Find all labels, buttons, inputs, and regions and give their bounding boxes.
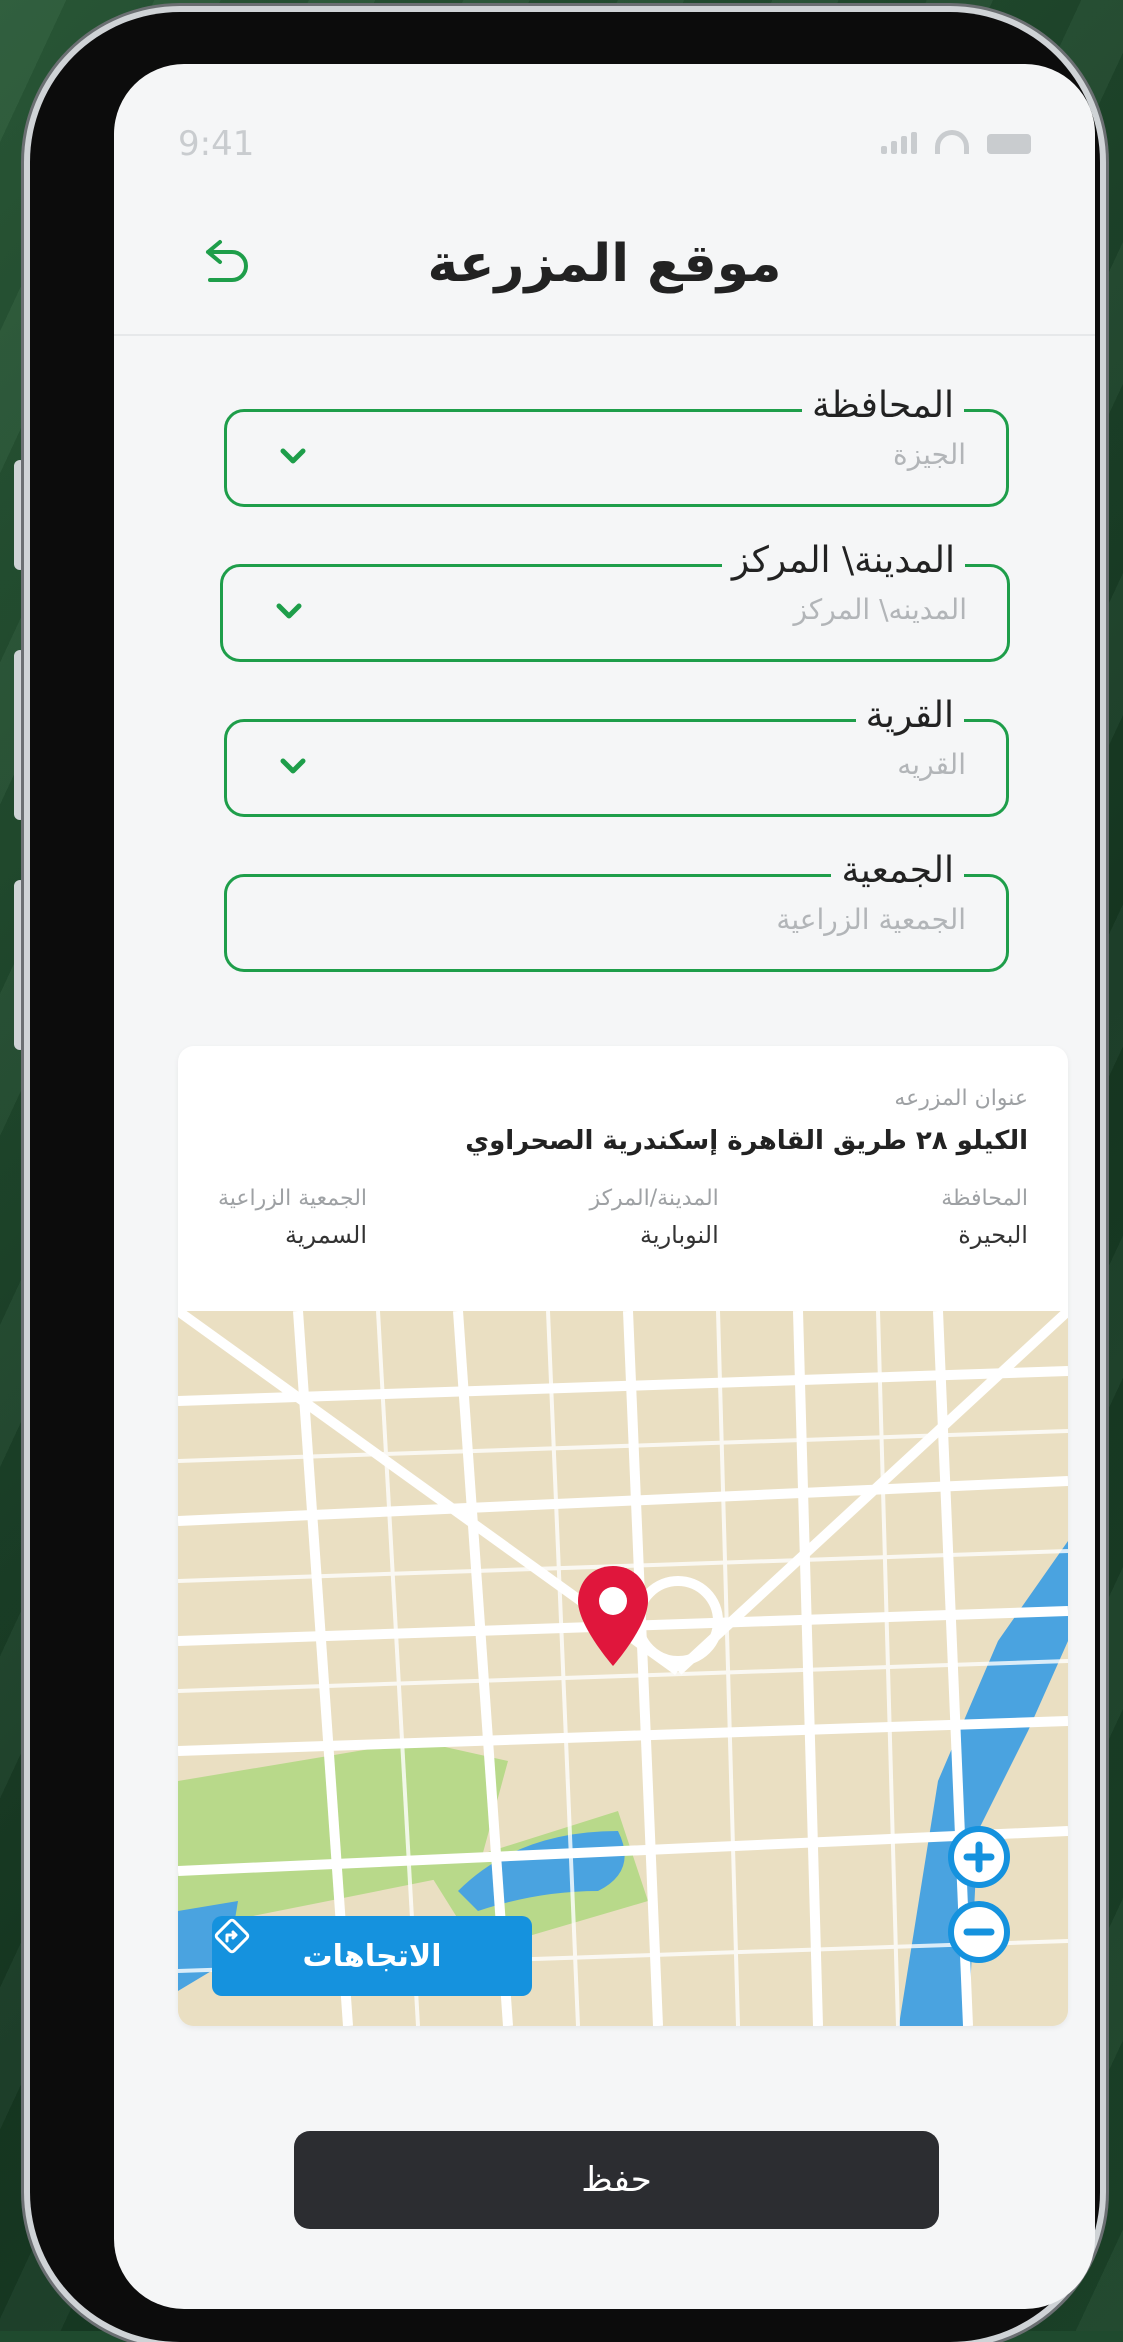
- association-label: الجمعية: [831, 843, 964, 899]
- signal-icon: [881, 132, 917, 154]
- village-value: القريه: [897, 748, 966, 781]
- location-pin-icon: [578, 1566, 648, 1666]
- chevron-down-icon: [276, 603, 302, 619]
- village-select[interactable]: القرية القريه: [224, 688, 1009, 817]
- screen: 9:41 موقع المزرعة المحافظة الجيزة المدين…: [114, 64, 1095, 2309]
- city-label: المدينة\ المركز: [721, 533, 965, 589]
- city-select[interactable]: المدينة\ المركز المدينه\ المركز: [220, 533, 1010, 662]
- zoom-in-button[interactable]: [948, 1826, 1010, 1888]
- page-title: موقع المزرعة: [427, 234, 782, 294]
- wifi-icon: [935, 130, 969, 154]
- detail-value: النوبارية: [640, 1221, 719, 1249]
- governorate-value: الجيزة: [893, 438, 966, 471]
- status-bar: 9:41: [114, 124, 1095, 174]
- zoom-out-button[interactable]: [948, 1901, 1010, 1963]
- chevron-down-icon: [280, 758, 306, 774]
- detail-key: الجمعية الزراعية: [218, 1186, 368, 1211]
- association-input[interactable]: الجمعية الجمعية الزراعية: [224, 843, 1009, 972]
- detail-value: السمرية: [284, 1221, 368, 1249]
- phone-side-button: [14, 650, 26, 820]
- village-label: القرية: [855, 688, 964, 744]
- address-label: عنوان المزرعه: [894, 1086, 1028, 1111]
- minus-icon: [963, 1928, 995, 1936]
- directions-icon: [214, 1918, 250, 1954]
- detail-city: المدينة/المركز النوبارية: [589, 1186, 718, 1249]
- association-value: الجمعية الزراعية: [776, 903, 966, 936]
- phone-side-button: [14, 460, 26, 570]
- detail-key: المحافظة: [941, 1186, 1028, 1211]
- battery-icon: [987, 134, 1031, 154]
- phone-side-button: [14, 880, 26, 1050]
- detail-key: المدينة/المركز: [589, 1186, 719, 1211]
- phone-frame: 9:41 موقع المزرعة المحافظة الجيزة المدين…: [30, 12, 1100, 2342]
- directions-label: الاتجاهات: [302, 1938, 442, 1974]
- save-button[interactable]: حفظ: [294, 2131, 939, 2229]
- header: موقع المزرعة: [114, 204, 1095, 336]
- status-icons: [881, 130, 1031, 154]
- detail-value: البحيرة: [958, 1221, 1028, 1249]
- detail-governorate: المحافظة البحيرة: [941, 1186, 1028, 1249]
- map-view[interactable]: الاتجاهات: [178, 1311, 1068, 2026]
- chevron-down-icon: [280, 448, 306, 464]
- farm-location-card: عنوان المزرعه الكيلو ٢٨ طريق القاهرة إسك…: [178, 1046, 1068, 2026]
- plus-icon: [963, 1841, 995, 1873]
- address-value: الكيلو ٢٨ طريق القاهرة إسكندرية الصحراوي: [465, 1126, 1028, 1156]
- status-time: 9:41: [178, 124, 255, 164]
- governorate-label: المحافظة: [801, 378, 964, 434]
- city-value: المدينه\ المركز: [793, 593, 967, 626]
- governorate-select[interactable]: المحافظة الجيزة: [224, 378, 1009, 507]
- detail-association: الجمعية الزراعية السمرية: [218, 1186, 367, 1249]
- directions-button[interactable]: الاتجاهات: [212, 1916, 532, 1996]
- address-details: المحافظة البحيرة المدينة/المركز النوباري…: [218, 1186, 1028, 1249]
